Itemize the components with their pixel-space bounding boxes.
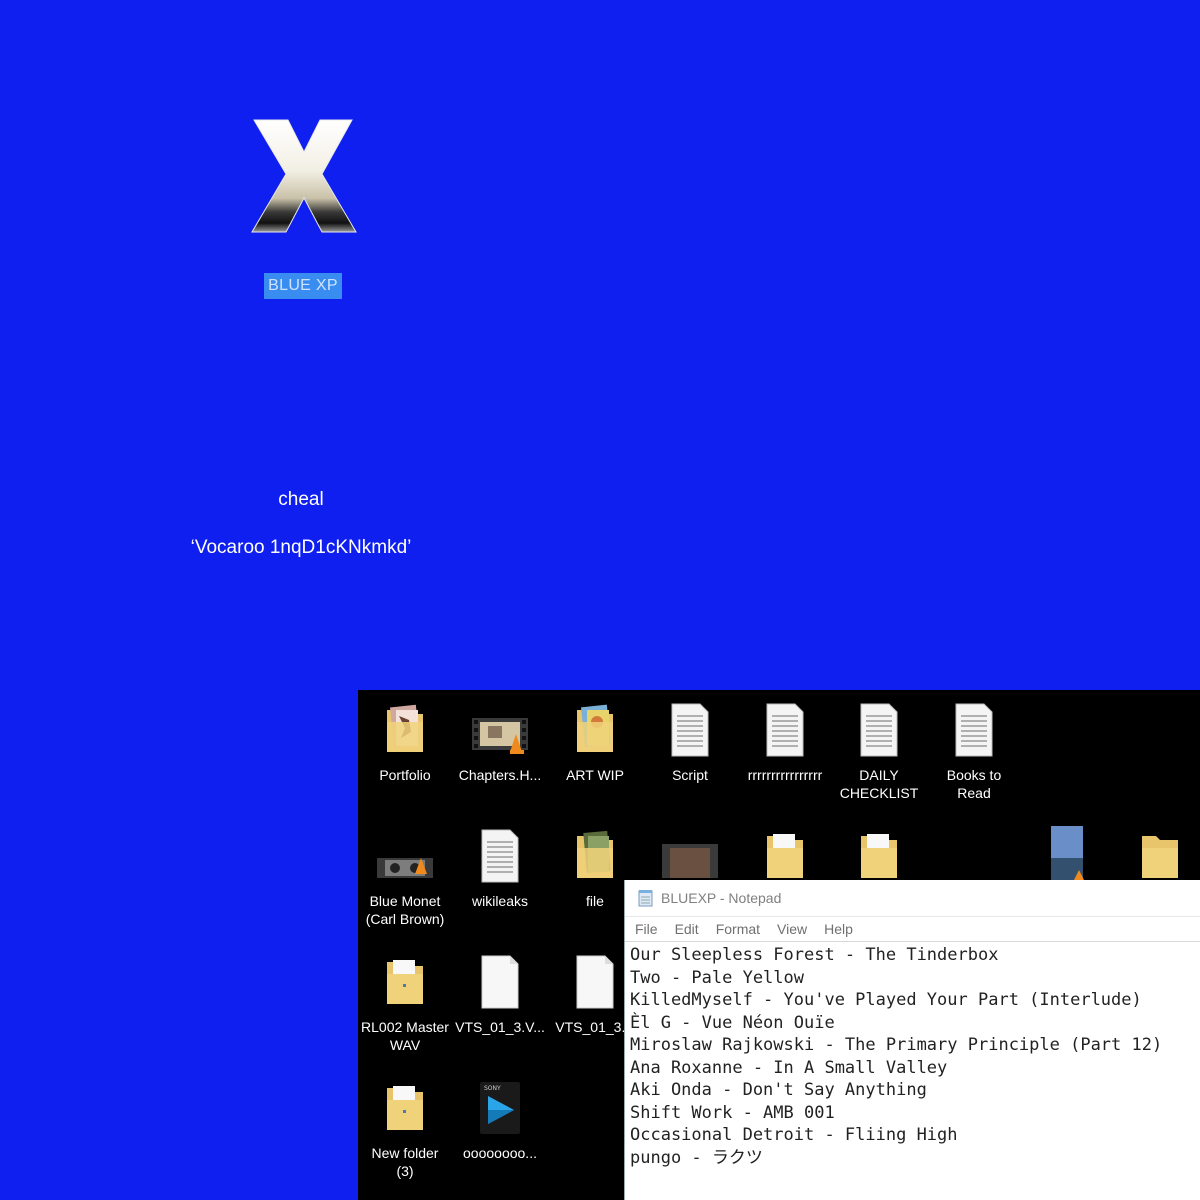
- desktop-icon-art-wip[interactable]: ART WIP: [548, 702, 642, 784]
- desktop-icon-new-folder[interactable]: New folder (3): [358, 1080, 452, 1180]
- text-line: pungo - ラクツ: [630, 1147, 763, 1168]
- notepad-menu-bar: File Edit Format View Help: [625, 917, 1200, 942]
- caption-subtitle: ‘Vocaroo 1nqD1cKNkmkd’: [190, 537, 412, 558]
- text-file-icon: [766, 703, 804, 757]
- text-line: Two - Pale Yellow: [630, 967, 804, 988]
- desktop-icon-wikileaks[interactable]: wikileaks: [453, 828, 547, 910]
- icon-label: Chapters.H...: [458, 767, 542, 783]
- text-line: Èl G - Vue Néon Ouïe: [630, 1012, 835, 1033]
- icon-label: Books to Read: [946, 767, 1002, 801]
- caption-title: cheal: [278, 489, 324, 510]
- image-folder-icon: [577, 704, 613, 752]
- text-file-icon: [671, 703, 709, 757]
- folder-icon: [1142, 836, 1178, 878]
- text-line: Aki Onda - Don't Say Anything: [630, 1080, 927, 1100]
- text-file-icon: [481, 829, 519, 883]
- icon-label: RL002 Master WAV: [361, 1019, 449, 1053]
- desktop-icon-folder-partial-3[interactable]: [1113, 828, 1200, 878]
- menu-edit[interactable]: Edit: [675, 921, 699, 937]
- image-folder-icon: [577, 830, 613, 878]
- folder-icon: [861, 834, 897, 878]
- folder-icon: [387, 1086, 423, 1130]
- desktop-icon-rrrr[interactable]: rrrrrrrrrrrrrrrr: [738, 702, 832, 784]
- desktop-icon-photo-partial[interactable]: [1020, 824, 1114, 880]
- icon-label: Script: [672, 767, 708, 783]
- video-file-icon: [472, 718, 528, 754]
- menu-help[interactable]: Help: [824, 921, 853, 937]
- desktop-icon-blue-monet[interactable]: Blue Monet (Carl Brown): [358, 828, 452, 928]
- x-logo-icon: [248, 112, 360, 240]
- desktop-icon-portfolio[interactable]: Portfolio: [358, 702, 452, 784]
- desktop-icon-daily-checklist[interactable]: DAILY CHECKLIST: [832, 702, 926, 802]
- icon-label: Portfolio: [379, 767, 431, 783]
- text-line: Miroslaw Rajkowski - The Primary Princip…: [630, 1035, 1163, 1055]
- folder-icon: [387, 960, 423, 1004]
- desktop-icon-script[interactable]: Script: [643, 702, 737, 784]
- icon-label: oooooooo...: [463, 1145, 537, 1161]
- notepad-window[interactable]: BLUEXP - Notepad File Edit Format View H…: [624, 880, 1200, 1200]
- menu-view[interactable]: View: [777, 921, 807, 937]
- desktop-icon-folder-partial-2[interactable]: [832, 828, 926, 878]
- image-folder-icon: [387, 704, 423, 752]
- icon-label: DAILY CHECKLIST: [839, 767, 919, 801]
- svg-text:SONY: SONY: [484, 1085, 501, 1092]
- blank-file-icon: [481, 955, 519, 1009]
- text-file-icon: [860, 703, 898, 757]
- desktop-icon-folder-partial-1[interactable]: [738, 828, 832, 878]
- icon-label: VTS_01_3.V...: [455, 1019, 545, 1035]
- text-line: Occasional Detroit - Fliing High: [630, 1125, 958, 1145]
- desktop-icon-rl002[interactable]: RL002 Master WAV: [358, 954, 452, 1054]
- text-line: Our Sleepless Forest - The Tinderbox: [630, 945, 999, 965]
- desktop-icon-chapters[interactable]: Chapters.H...: [453, 702, 547, 784]
- folder-icon: [767, 834, 803, 878]
- text-line: KilledMyself - You've Played Your Part (…: [630, 990, 1142, 1010]
- notepad-text-area[interactable]: Our Sleepless Forest - The Tinderbox Two…: [625, 942, 1200, 1169]
- desktop-icon-books-to-read[interactable]: Books to Read: [927, 702, 1021, 802]
- icon-label: wikileaks: [471, 893, 528, 909]
- icon-label: New folder (3): [371, 1145, 439, 1179]
- video-file-icon: [662, 844, 718, 878]
- menu-format[interactable]: Format: [716, 921, 760, 937]
- blank-file-icon: [576, 955, 614, 1009]
- desktop-icon-media-player[interactable]: SONY oooooooo...: [453, 1080, 547, 1162]
- text-line: Ana Roxanne - In A Small Valley: [630, 1057, 948, 1078]
- audio-file-icon: [377, 858, 433, 878]
- image-file-icon: [1051, 826, 1084, 880]
- text-line: Shift Work - AMB 001: [630, 1102, 835, 1123]
- desktop-icon-video-partial[interactable]: [643, 838, 737, 878]
- desktop-icon-vts-1[interactable]: VTS_01_3.V...: [453, 954, 547, 1036]
- menu-file[interactable]: File: [635, 921, 658, 937]
- logo-badge: BLUE XP: [264, 273, 342, 299]
- notepad-title-bar[interactable]: BLUEXP - Notepad: [625, 880, 1200, 917]
- notepad-title: BLUEXP - Notepad: [661, 890, 782, 906]
- icon-label: rrrrrrrrrrrrrrrr: [747, 767, 823, 783]
- icon-label: Blue Monet (Carl Brown): [365, 893, 445, 927]
- icon-label: ART WIP: [566, 767, 624, 783]
- media-player-icon: SONY: [480, 1082, 520, 1134]
- text-file-icon: [955, 703, 993, 757]
- notepad-icon: [638, 890, 653, 907]
